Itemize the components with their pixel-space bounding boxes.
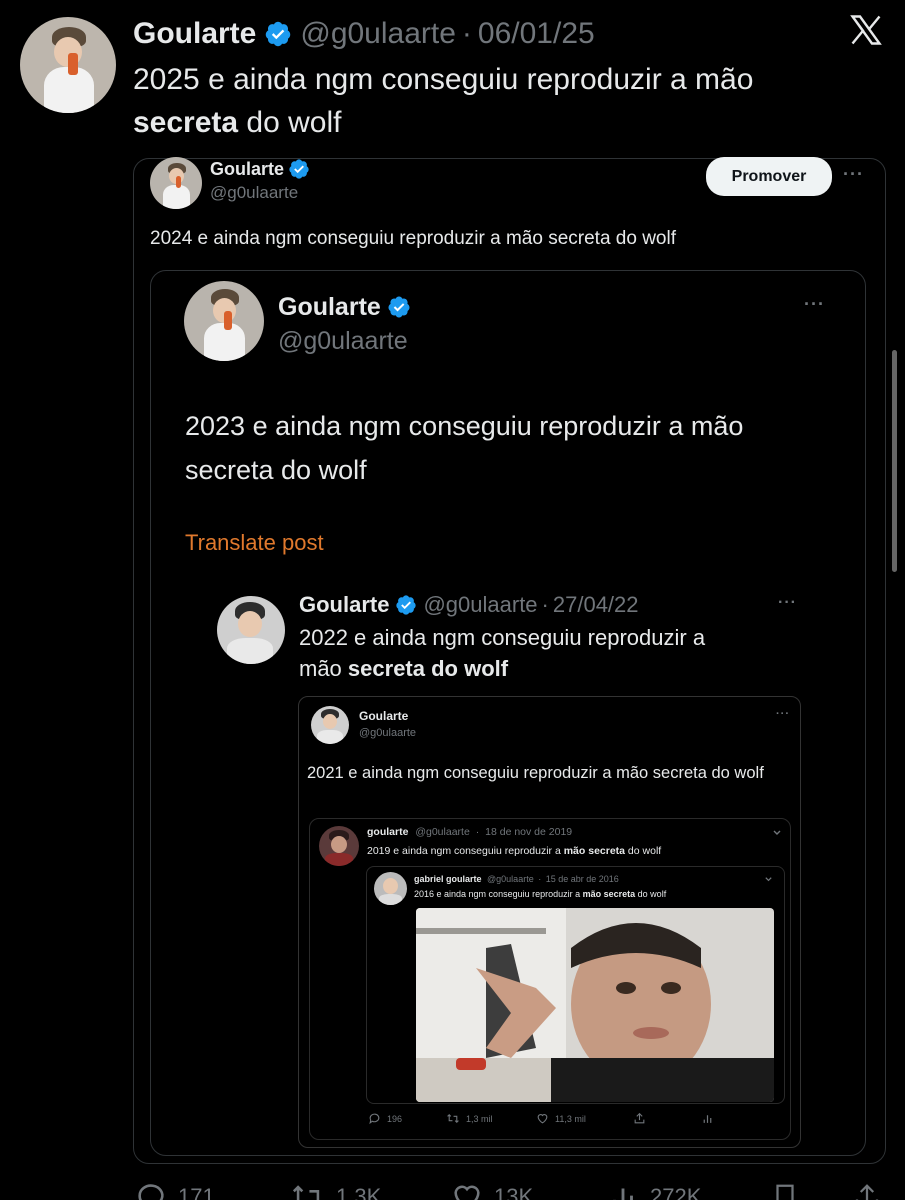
- author-name[interactable]: gabriel goularte: [414, 874, 482, 884]
- verified-icon: [289, 159, 309, 179]
- verified-icon: [266, 21, 291, 47]
- quote1-header: Goularte @g0ulaarte: [210, 157, 310, 205]
- tweet-date[interactable]: 27/04/22: [553, 592, 639, 618]
- avatar[interactable]: [184, 281, 264, 361]
- x-logo-icon[interactable]: [848, 12, 884, 48]
- author-name[interactable]: Goularte: [359, 708, 416, 725]
- more-icon[interactable]: ···: [804, 294, 825, 315]
- quote6-text-bold: mão secreta: [582, 889, 636, 899]
- share-icon[interactable]: [633, 1112, 646, 1125]
- author-handle[interactable]: @g0ulaarte: [359, 725, 416, 742]
- reply-icon: [138, 1184, 164, 1200]
- scrollbar[interactable]: [892, 350, 897, 572]
- tweet-text-bold: secreta: [133, 106, 239, 139]
- quote5-text-start: 2019 e ainda ngm conseguiu reproduzir a: [367, 845, 564, 857]
- author-handle[interactable]: @g0ulaarte: [210, 181, 310, 205]
- chevron-down-icon[interactable]: [772, 828, 782, 838]
- tweet-text-end: do wolf: [238, 106, 342, 139]
- quote6-text-start: 2016 e ainda ngm conseguiu reproduzir a: [414, 889, 583, 899]
- retweet-icon: [447, 1113, 459, 1124]
- separator: ·: [475, 826, 480, 838]
- selfie-photo[interactable]: [416, 908, 774, 1102]
- quote4-header: Goularte @g0ulaarte: [359, 708, 416, 742]
- reply-count: 171: [178, 1184, 215, 1200]
- retweet-action[interactable]: 1,3K: [290, 1180, 381, 1200]
- reply-count: 196: [387, 1113, 403, 1124]
- views-count: 272K: [650, 1184, 702, 1200]
- tweet-date[interactable]: 15 de abr de 2016: [546, 874, 619, 884]
- more-icon[interactable]: ···: [776, 708, 790, 720]
- author-name[interactable]: Goularte: [299, 592, 389, 618]
- retweet-icon: [292, 1185, 320, 1200]
- separator: ·: [541, 592, 549, 617]
- like-icon: [454, 1185, 480, 1200]
- quote3-header: Goularte @g0ulaarte · 27/04/22: [299, 590, 639, 620]
- quote5-header: goularte @g0ulaarte · 18 de nov de 2019: [367, 826, 572, 838]
- quote2-text: 2023 e ainda ngm conseguiu reproduzir a …: [185, 411, 744, 485]
- like-action[interactable]: 13K: [450, 1180, 533, 1200]
- like-action[interactable]: 11,3 mil: [536, 1112, 586, 1125]
- author-handle[interactable]: @g0ulaarte: [278, 324, 411, 358]
- quote6-text: 2016 e ainda ngm conseguiu reproduzir a …: [414, 889, 666, 899]
- tweet-text-line1: 2025 e ainda ngm conseguiu reproduzir a …: [133, 63, 754, 96]
- translate-link[interactable]: Translate post: [185, 530, 324, 556]
- avatar[interactable]: [374, 872, 407, 905]
- quote5-text-end: do wolf: [625, 845, 662, 857]
- views-icon: [613, 1188, 633, 1200]
- retweet-count: 1,3 mil: [466, 1113, 493, 1124]
- promote-button[interactable]: Promover: [706, 157, 832, 196]
- quote1-text: 2024 e ainda ngm conseguiu reproduzir a …: [150, 228, 676, 249]
- like-count: 11,3 mil: [555, 1113, 586, 1124]
- bookmark-icon[interactable]: [770, 1180, 800, 1200]
- author-name[interactable]: Goularte: [278, 290, 381, 324]
- quote6-text-end: do wolf: [635, 889, 667, 899]
- retweet-action[interactable]: 1,3 mil: [446, 1112, 493, 1125]
- like-icon: [537, 1114, 548, 1124]
- quote2-header: Goularte @g0ulaarte: [278, 290, 411, 358]
- tweet-header: Goularte @g0ulaarte · 06/01/25: [133, 14, 595, 54]
- views-action[interactable]: 272K: [606, 1180, 701, 1200]
- like-count: 13K: [494, 1184, 534, 1200]
- verified-icon: [396, 595, 417, 615]
- quote3-text-bold: secreta do wolf: [347, 656, 509, 681]
- verified-icon: [388, 296, 410, 318]
- separator: ·: [538, 874, 542, 884]
- quote3-text: 2022 e ainda ngm conseguiu reproduzir a …: [299, 622, 705, 684]
- avatar[interactable]: [150, 157, 202, 209]
- avatar[interactable]: [319, 826, 359, 866]
- avatar[interactable]: [311, 706, 349, 744]
- more-icon[interactable]: ···: [778, 594, 797, 612]
- analytics-icon[interactable]: [701, 1112, 714, 1125]
- avatar[interactable]: [217, 596, 285, 664]
- author-name[interactable]: goularte: [367, 826, 408, 838]
- author-handle[interactable]: @g0ulaarte: [300, 17, 456, 51]
- separator: ·: [461, 17, 472, 50]
- avatar[interactable]: [20, 17, 116, 113]
- author-name[interactable]: Goularte: [133, 17, 256, 51]
- reply-action[interactable]: 171: [134, 1180, 215, 1200]
- tweet-date[interactable]: 06/01/25: [478, 17, 595, 51]
- reply-action[interactable]: 196: [368, 1112, 402, 1125]
- quote4-text: 2021 e ainda ngm conseguiu reproduzir a …: [307, 764, 764, 782]
- retweet-count: 1,3K: [336, 1184, 382, 1200]
- quote3-text-line1: 2022 e ainda ngm conseguiu reproduzir a: [299, 625, 706, 650]
- reply-icon: [369, 1113, 380, 1125]
- chevron-down-icon[interactable]: [764, 875, 773, 884]
- author-handle[interactable]: @g0ulaarte: [487, 874, 534, 884]
- quote6-header: gabriel goularte @g0ulaarte · 15 de abr …: [414, 874, 619, 884]
- tweet-date[interactable]: 18 de nov de 2019: [485, 826, 572, 838]
- quote5-text: 2019 e ainda ngm conseguiu reproduzir a …: [367, 845, 661, 857]
- share-icon[interactable]: [852, 1180, 882, 1200]
- author-name[interactable]: Goularte: [210, 157, 284, 181]
- quote5-text-bold: mão secreta: [563, 845, 626, 857]
- more-icon[interactable]: ···: [843, 164, 864, 185]
- author-handle[interactable]: @g0ulaarte: [423, 592, 537, 618]
- quote3-text-line2: mão: [299, 656, 348, 681]
- author-handle[interactable]: @g0ulaarte: [415, 826, 469, 838]
- tweet-text: 2025 e ainda ngm conseguiu reproduzir a …: [133, 58, 873, 144]
